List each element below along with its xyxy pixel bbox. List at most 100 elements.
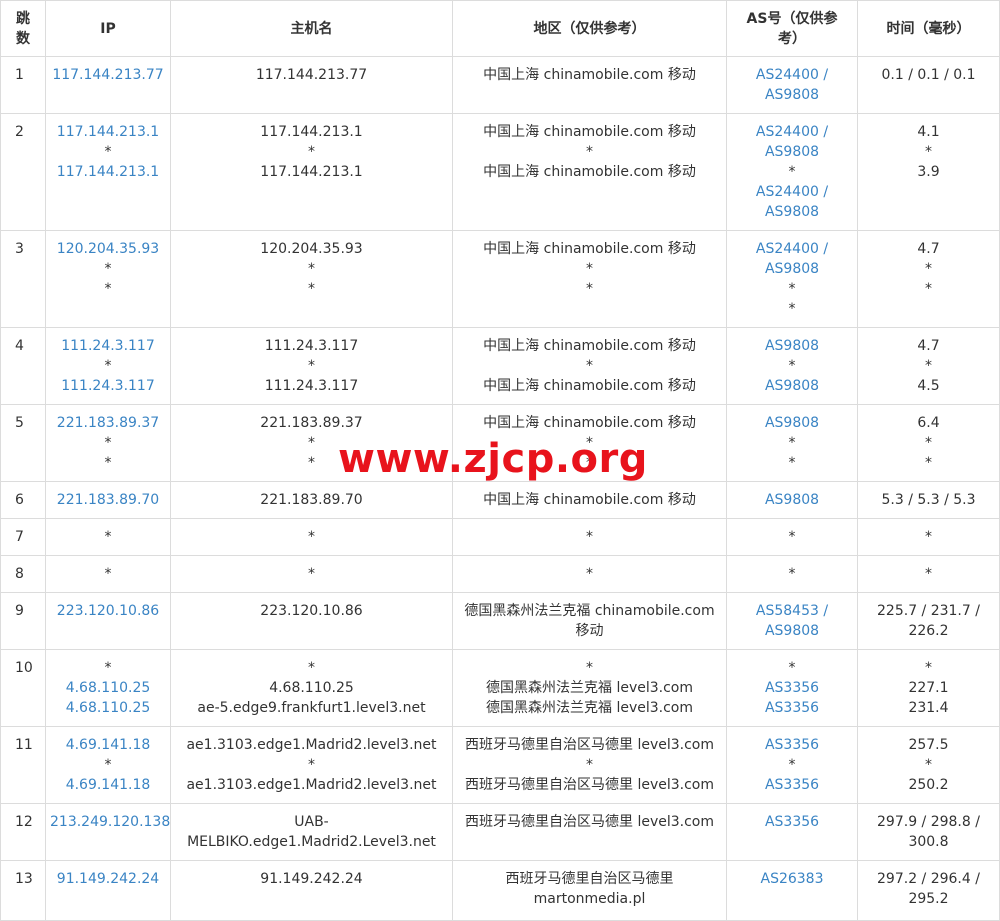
as-link[interactable]: AS3356 (731, 775, 853, 795)
ip-text: * (104, 455, 112, 471)
as-link[interactable]: AS9808 (731, 413, 853, 433)
table-header-row: 跳 数 IP 主机名 地区（仅供参考） AS号（仅供参 考） 时间（毫秒） (0, 0, 1000, 57)
ip-link[interactable]: 117.144.213.1 (50, 162, 166, 182)
as-cell: AS58453 /AS9808 (726, 592, 858, 650)
region-cell: 中国上海 chinamobile.com 移动 (452, 481, 727, 519)
region-text: 中国上海 chinamobile.com 移动 (483, 241, 696, 257)
time-text: * (925, 757, 932, 773)
hostname-cell: 117.144.213.77 (170, 56, 453, 114)
table-row: 8 * * * * * (0, 555, 1000, 593)
ip-link[interactable]: 221.183.89.37 (50, 413, 166, 433)
header-ip: IP (45, 0, 171, 57)
ip-text: * (104, 566, 112, 582)
region-cell: 西班牙马德里自治区马德里 level3.com * 西班牙马德里自治区马德里 lev… (452, 726, 727, 804)
as-text: * (788, 358, 796, 374)
ip-text: * (104, 261, 112, 277)
as-text: * (788, 455, 796, 471)
ip-cell: 223.120.10.86 (45, 592, 171, 650)
hop-cell: 1 (0, 56, 46, 114)
as-link[interactable]: AS3356 (731, 812, 853, 832)
as-cell: * (726, 518, 858, 556)
as-link[interactable]: AS26383 (731, 869, 853, 889)
ip-link[interactable]: 213.249.120.138 (50, 812, 170, 832)
ip-link[interactable]: 111.24.3.117 (50, 376, 166, 396)
header-as: AS号（仅供参 考） (726, 0, 858, 57)
as-link[interactable]: AS9808 (731, 142, 853, 162)
ip-link[interactable]: 117.144.213.1 (50, 122, 166, 142)
as-link[interactable]: AS24400 / (731, 239, 853, 259)
ip-text: * (104, 660, 112, 676)
region-text: 中国上海 chinamobile.com 移动 (483, 124, 696, 140)
time-cell: 0.1 / 0.1 / 0.1 (857, 56, 1000, 114)
region-text: 中国上海 chinamobile.com 移动 (483, 67, 696, 83)
ip-link[interactable]: 4.68.110.25 (50, 698, 166, 718)
region-cell: 中国上海 chinamobile.com 移动 * * (452, 230, 727, 328)
time-cell: 4.7 * * (857, 230, 1000, 328)
as-link[interactable]: AS3356 (731, 678, 853, 698)
region-cell: 西班牙马德里自治区马德里 martonmedia.pl (452, 860, 727, 921)
hostname-text: 111.24.3.117 (264, 338, 359, 354)
as-cell: AS3356 * AS3356 (726, 726, 858, 804)
hostname-text: * (308, 757, 315, 773)
as-text: * (788, 566, 796, 582)
ip-text: * (104, 529, 112, 545)
as-link[interactable]: AS24400 / (731, 182, 853, 202)
time-text: 6.4 (917, 415, 940, 431)
ip-link[interactable]: 221.183.89.70 (50, 490, 166, 510)
time-cell: 297.9 / 298.8 / 300.8 (857, 803, 1000, 861)
ip-link[interactable]: 4.68.110.25 (50, 678, 166, 698)
time-text: 231.4 (908, 700, 949, 716)
hostname-cell: * (170, 555, 453, 593)
ip-link[interactable]: 111.24.3.117 (50, 336, 166, 356)
hostname-text: * (308, 529, 315, 545)
hostname-text: MELBIKO.edge1.Madrid2.Level3.net (187, 834, 436, 850)
region-text: 中国上海 chinamobile.com 移动 (483, 378, 696, 394)
as-link[interactable]: AS9808 (731, 202, 853, 222)
time-cell: 225.7 / 231.7 / 226.2 (857, 592, 1000, 650)
table-row: 13 91.149.242.24 91.149.242.24 西班牙马德里自治区马德里… (0, 860, 1000, 921)
region-text: 西班牙马德里自治区马德里 level3.com (465, 814, 714, 830)
as-cell: AS3356 (726, 803, 858, 861)
table-row: 2 117.144.213.1 * 117.144.213.1 117.144.213.… (0, 113, 1000, 231)
as-link[interactable]: AS3356 (731, 698, 853, 718)
as-link[interactable]: AS24400 / (731, 122, 853, 142)
ip-link[interactable]: 91.149.242.24 (50, 869, 166, 889)
ip-link[interactable]: 4.69.141.18 (50, 735, 166, 755)
as-text: * (788, 164, 796, 180)
header-hop-line: 数 (16, 30, 30, 47)
as-link[interactable]: AS9808 (731, 621, 853, 641)
header-as-line: 考） (778, 30, 806, 47)
as-link[interactable]: AS9808 (731, 336, 853, 356)
as-text: * (788, 281, 796, 297)
time-text: * (925, 566, 932, 582)
as-link[interactable]: AS58453 / (731, 601, 853, 621)
hostname-text: 223.120.10.86 (260, 603, 363, 619)
hostname-cell: 223.120.10.86 (170, 592, 453, 650)
ip-link[interactable]: 117.144.213.77 (50, 65, 166, 85)
region-cell: 中国上海 chinamobile.com 移动 * 中国上海 chinamobile… (452, 327, 727, 405)
table-row: 4 111.24.3.117 * 111.24.3.117 111.24.3.117 * 1… (0, 327, 1000, 405)
region-text: * (586, 261, 593, 277)
ip-link[interactable]: 120.204.35.93 (50, 239, 166, 259)
as-cell: AS9808 (726, 481, 858, 519)
hostname-text: * (308, 358, 315, 374)
hostname-cell: 91.149.242.24 (170, 860, 453, 921)
as-cell: AS24400 /AS9808 * * (726, 230, 858, 328)
region-text: * (586, 529, 593, 545)
hostname-text: * (308, 660, 315, 676)
as-link[interactable]: AS9808 (731, 259, 853, 279)
ip-link[interactable]: 4.69.141.18 (50, 775, 166, 795)
region-text: 德国黑森州法兰克福 chinamobile.com (464, 603, 715, 619)
as-link[interactable]: AS9808 (731, 85, 853, 105)
hostname-cell: * (170, 518, 453, 556)
ip-link[interactable]: 223.120.10.86 (50, 601, 166, 621)
as-link[interactable]: AS9808 (731, 376, 853, 396)
as-link[interactable]: AS9808 (731, 490, 853, 510)
time-text: * (925, 358, 932, 374)
as-link[interactable]: AS24400 / (731, 65, 853, 85)
region-text: 德国黑森州法兰克福 level3.com (486, 680, 693, 696)
as-link[interactable]: AS3356 (731, 735, 853, 755)
table-row: 9 223.120.10.86 223.120.10.86 德国黑森州法兰克福 chi… (0, 592, 1000, 650)
hostname-text: 91.149.242.24 (260, 871, 363, 887)
as-text: * (788, 529, 796, 545)
